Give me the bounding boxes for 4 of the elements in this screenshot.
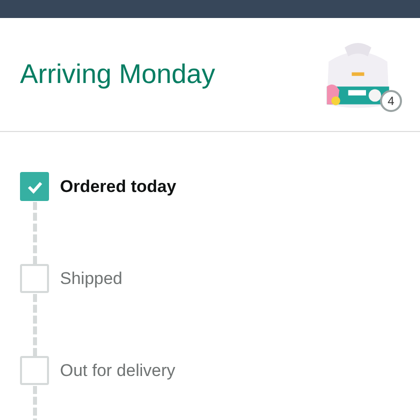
step-label: Out for delivery [60, 360, 176, 382]
step-label: Ordered today [60, 176, 176, 198]
arrival-title: Arriving Monday [20, 59, 216, 90]
step-label: Shipped [60, 268, 122, 290]
